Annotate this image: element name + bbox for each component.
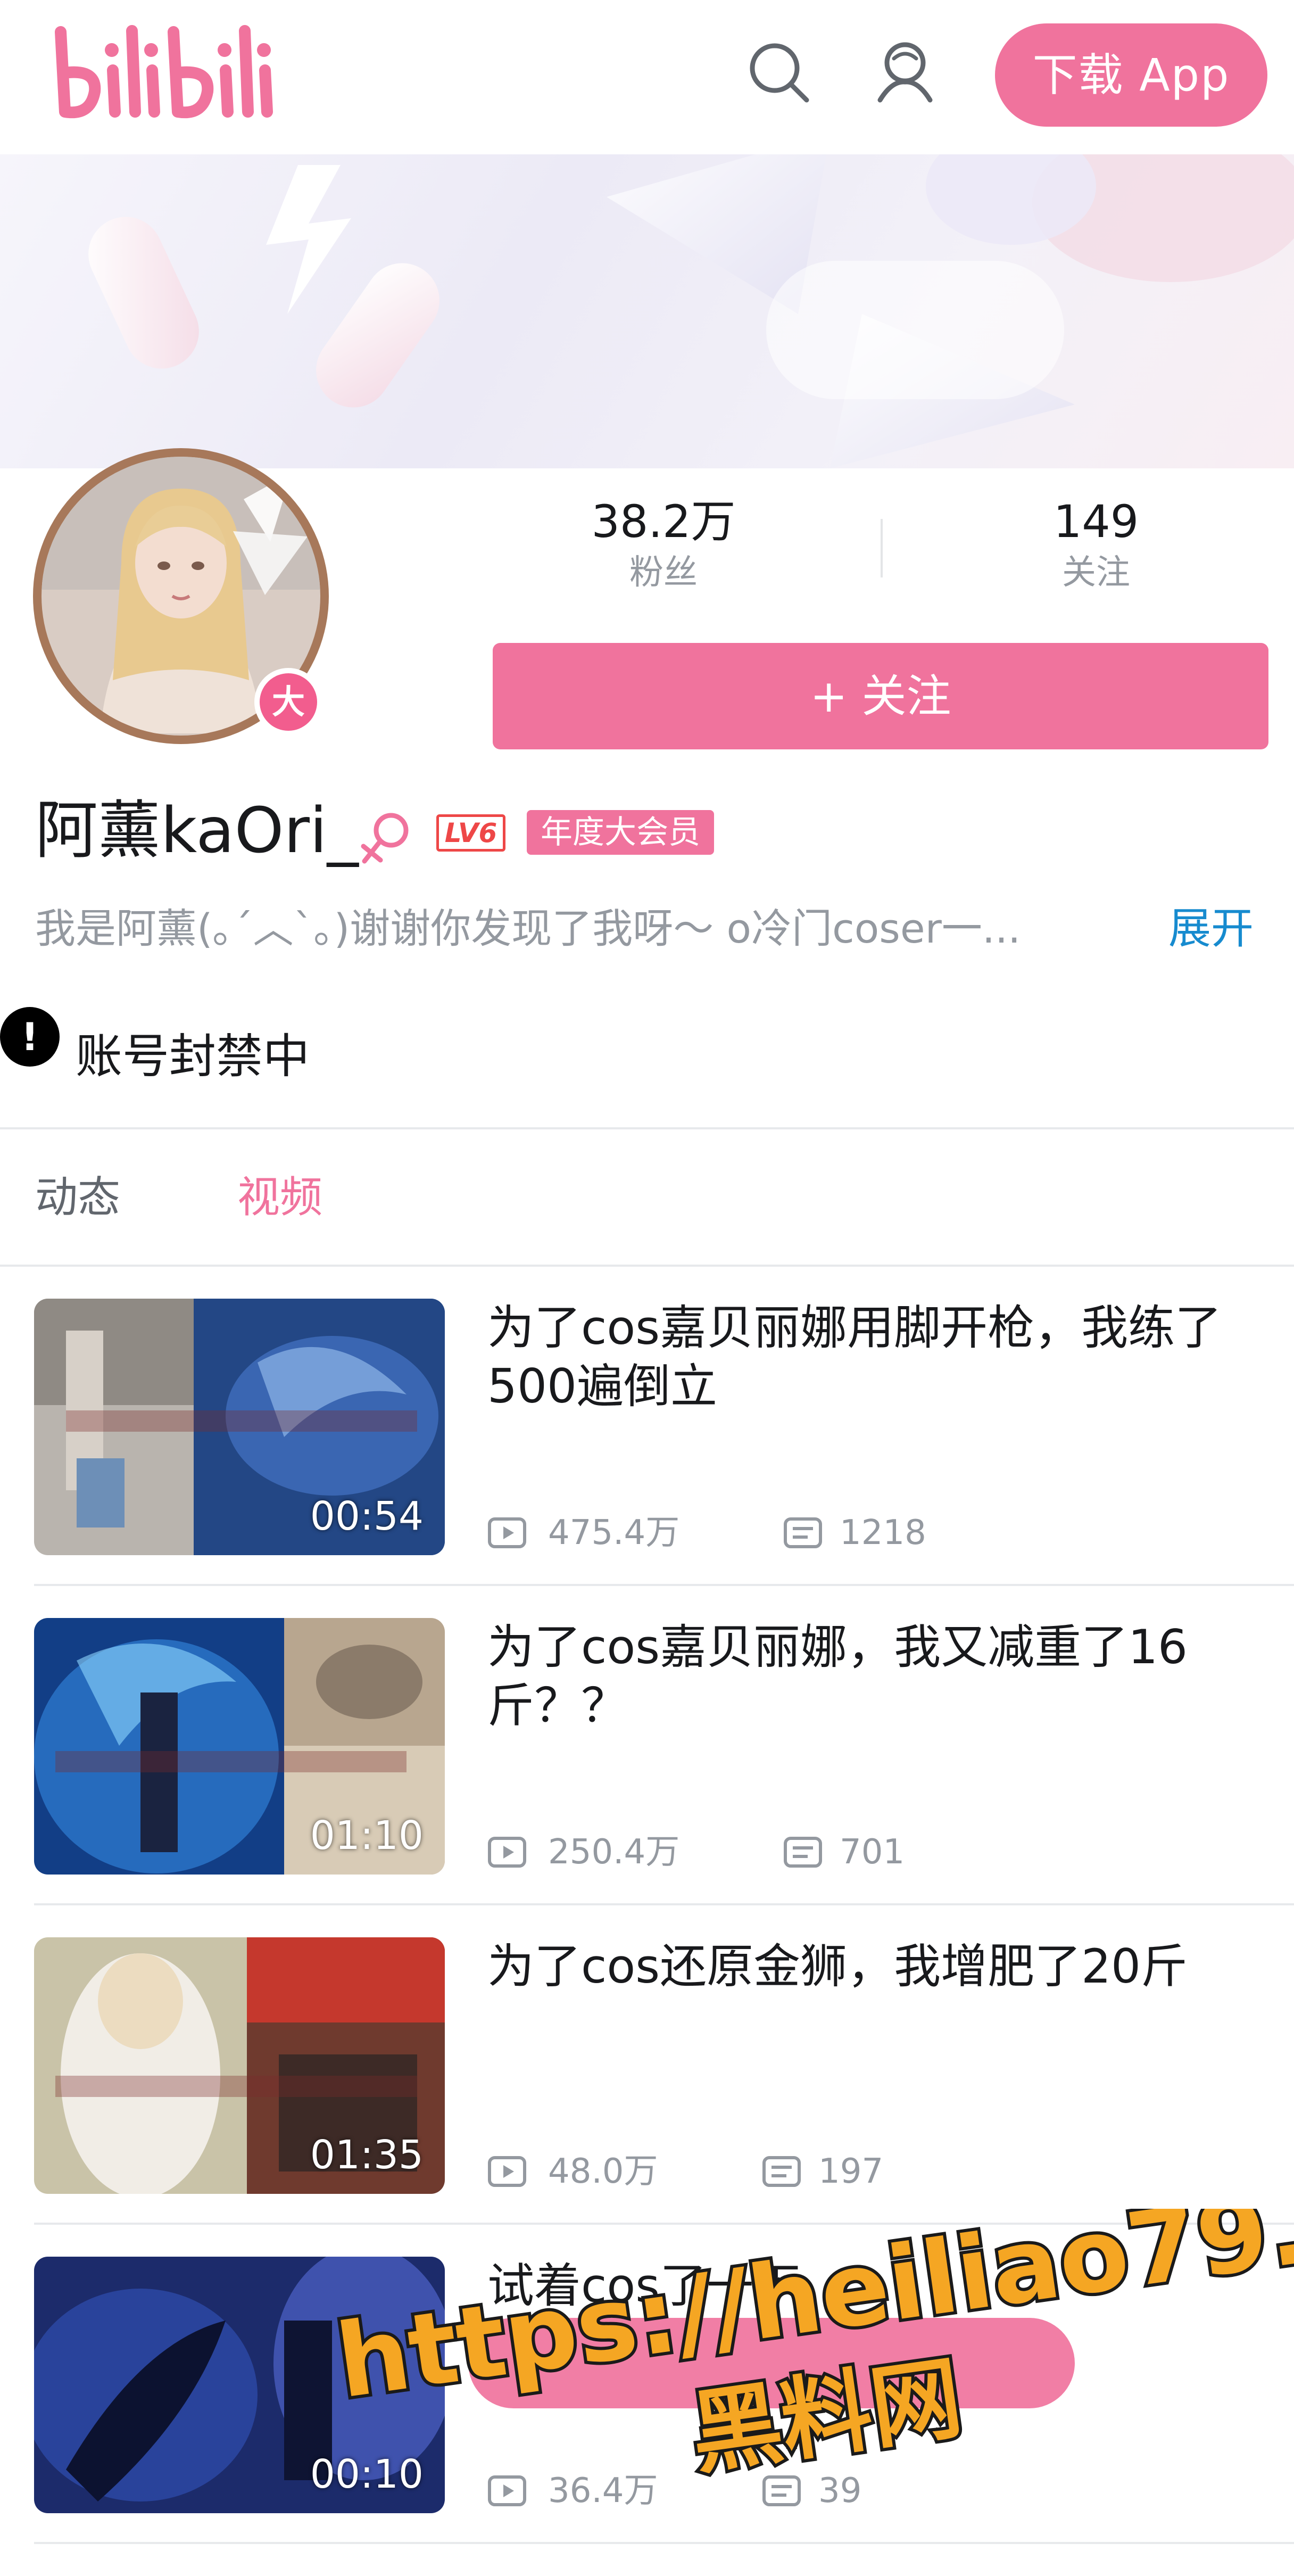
video-thumbnail[interactable]: 01:10 <box>34 1618 445 1875</box>
video-card[interactable]: 01:10 为了cos嘉贝丽娜，我又减重了16斤？？ 250.4万 701 <box>0 1618 1294 1937</box>
video-card[interactable]: 00:54 为了cos嘉贝丽娜用脚开枪，我练了500遍倒立 475.4万 121… <box>0 1299 1294 1618</box>
followers-label: 粉丝 <box>629 553 698 592</box>
video-title[interactable]: 为了cos嘉贝丽娜用脚开枪，我练了500遍倒立 <box>487 1299 1264 1416</box>
follow-button[interactable]: + 关注 <box>493 643 1268 749</box>
row-divider <box>34 2542 1294 2544</box>
watermark: https://heiliao79.com 黑料网 <box>327 2209 1294 2486</box>
vip-tag: 年度大会员 <box>527 810 714 855</box>
ban-notice: 账号封禁中 <box>76 1029 310 1084</box>
danmaku-icon <box>762 2156 801 2187</box>
search-icon[interactable] <box>744 37 813 106</box>
play-count-icon <box>488 1517 526 1548</box>
view-count: 250.4万 <box>548 1832 680 1872</box>
video-title[interactable]: 为了cos嘉贝丽娜，我又减重了16斤？？ <box>487 1618 1264 1735</box>
row-divider <box>34 1903 1294 1905</box>
danmaku-count: 701 <box>840 1832 905 1872</box>
section-divider <box>0 1127 1294 1129</box>
video-duration: 00:54 <box>310 1493 424 1539</box>
following-count: 149 <box>1053 496 1139 548</box>
profile-banner <box>0 154 1294 468</box>
view-count: 48.0万 <box>548 2152 658 2191</box>
level-badge: LV6 <box>436 814 505 852</box>
user-icon[interactable] <box>870 37 940 106</box>
female-icon <box>361 813 409 864</box>
tabs-divider <box>0 1265 1294 1267</box>
danmaku-icon <box>784 1837 822 1868</box>
view-count: 475.4万 <box>548 1513 680 1553</box>
following-stat[interactable]: 149 关注 <box>947 495 1245 594</box>
video-duration: 01:35 <box>310 2132 424 2178</box>
download-app-button[interactable]: 下载 App <box>995 23 1267 127</box>
bilibili-logo[interactable] <box>53 21 277 128</box>
stat-divider <box>881 519 883 577</box>
followers-stat[interactable]: 38.2万 粉丝 <box>515 495 812 594</box>
video-title[interactable]: 为了cos还原金狮，我增肥了20斤 <box>487 1937 1264 1996</box>
play-count-icon <box>488 2156 526 2187</box>
bio-text: 我是阿薰(｡´︿`｡)谢谢你发现了我呀～ o冷门coser一... <box>35 905 1021 952</box>
warning-icon: ! <box>0 1007 60 1067</box>
danmaku-icon <box>784 1517 822 1548</box>
video-thumbnail[interactable]: 00:54 <box>34 1299 445 1555</box>
vip-avatar-badge: 大 <box>254 668 322 736</box>
username: 阿薰kaOri_ <box>35 794 359 867</box>
tab-dynamic[interactable]: 动态 <box>35 1166 120 1229</box>
following-label: 关注 <box>1062 553 1130 592</box>
followers-count: 38.2万 <box>591 496 736 548</box>
top-bar: 下载 App <box>0 0 1294 154</box>
expand-bio-button[interactable]: 展开 <box>1168 899 1254 958</box>
danmaku-count: 197 <box>818 2152 884 2191</box>
banner-decoration <box>88 154 1294 468</box>
video-duration: 01:10 <box>310 1813 424 1859</box>
tab-video[interactable]: 视频 <box>237 1166 322 1229</box>
video-thumbnail[interactable]: 01:35 <box>34 1937 445 2194</box>
play-count-icon <box>488 1837 526 1868</box>
danmaku-count: 1218 <box>840 1513 926 1553</box>
row-divider <box>34 1584 1294 1586</box>
